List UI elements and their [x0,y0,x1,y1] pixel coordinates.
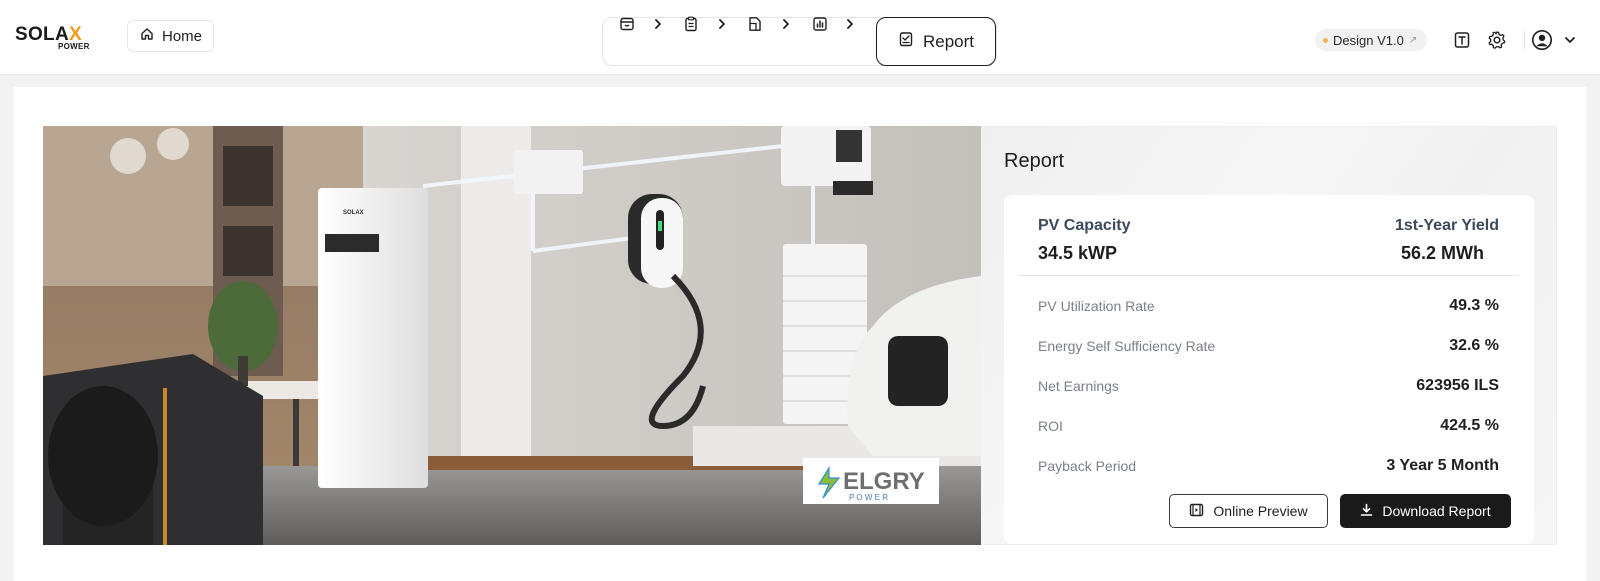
logo-subtitle: POWER [58,42,90,51]
hero-product-image: ELGRY P O W E R SOLAX [43,126,981,545]
download-report-button[interactable]: Download Report [1340,494,1511,528]
net-earnings-label: Net Earnings [1038,378,1119,394]
report-title: Report [1004,150,1065,172]
header-divider [1524,31,1525,49]
first-year-yield-label: 1st-Year Yield [1394,217,1499,234]
step-report-active[interactable]: Report [876,17,996,66]
first-year-yield-value: 56.2 MWh [1400,243,1484,263]
self-sufficiency-label: Energy Self Sufficiency Rate [1038,338,1216,354]
home-button[interactable]: Home [127,20,214,52]
pv-capacity-label: PV Capacity [1038,217,1131,234]
user-avatar-icon[interactable] [1530,28,1554,52]
chevron-right-icon [714,15,730,33]
chevron-down-icon[interactable] [1562,28,1578,52]
solax-logo[interactable]: SOLAX POWER [15,24,99,52]
step-clipboard-icon[interactable] [681,14,701,34]
preview-icon [1189,503,1204,520]
summary-divider [1019,275,1519,276]
elgry-logo-subtitle: P O W E R [849,493,888,502]
step-box-icon[interactable] [617,14,637,34]
self-sufficiency-value: 32.6 % [1449,337,1499,354]
external-link-icon: ↗ [1408,34,1418,46]
chevron-right-icon [842,15,858,33]
status-dot [1323,37,1328,43]
step-document-icon[interactable] [745,14,765,34]
elgry-logo-text: ELGRY [843,468,925,495]
step-bar-chart-icon[interactable] [810,14,830,34]
payback-period-label: Payback Period [1038,458,1137,474]
download-report-label: Download Report [1382,503,1491,519]
download-icon [1360,503,1373,520]
step-report-label: Report [922,31,975,51]
chevron-right-icon [778,15,794,33]
design-version-badge[interactable]: Design V1.0 ↗ [1315,29,1428,51]
report-doc-icon [898,31,914,52]
gear-icon[interactable] [1485,28,1509,52]
home-icon [140,27,154,45]
net-earnings-value: 623956 ILS [1416,377,1499,394]
chevron-right-icon [650,15,666,33]
version-label: Design V1.0 [1333,32,1404,48]
payback-period-value: 3 Year 5 Month [1386,457,1499,474]
pv-capacity-value: 34.5 kWP [1038,243,1118,263]
roi-value: 424.5 % [1440,417,1499,434]
home-label: Home [162,27,203,45]
cabinet-brand-mark: SOLAX [343,210,364,216]
online-preview-button[interactable]: Online Preview [1169,494,1328,528]
pv-utilization-value: 49.3 % [1449,297,1499,314]
pv-utilization-label: PV Utilization Rate [1038,298,1155,314]
online-preview-label: Online Preview [1213,503,1308,519]
text-template-icon[interactable] [1450,28,1474,52]
roi-label: ROI [1038,418,1063,434]
